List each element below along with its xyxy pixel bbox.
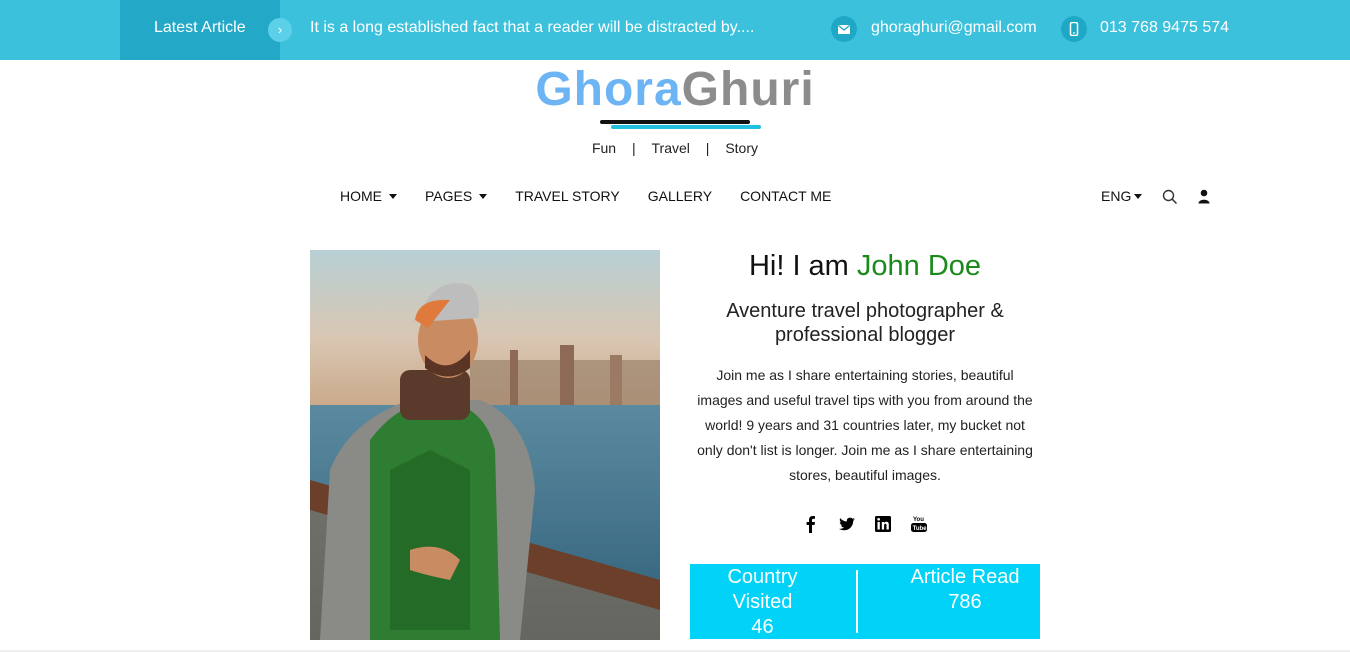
stat-country-label: Country Visited: [727, 566, 798, 613]
logo-underline-blue: [611, 125, 761, 129]
stats-divider: [856, 570, 858, 633]
nav-pages-label: PAGES: [425, 188, 473, 204]
svg-text:You: You: [913, 517, 924, 523]
profile-photo: [310, 250, 660, 640]
author-subtitle: Aventure travel photographer & professio…: [726, 300, 1004, 346]
latest-article-label: Latest Article: [154, 19, 246, 36]
nav-home-label: HOME: [340, 188, 382, 204]
nav-pages[interactable]: PAGES: [425, 188, 488, 204]
stat-articles-value: 786: [948, 591, 982, 613]
about-section: Hi! I am John Doe Aventure travel photog…: [690, 250, 1040, 534]
linkedin-icon[interactable]: [874, 514, 892, 534]
stat-country-value: 46: [751, 616, 774, 638]
nav-gallery[interactable]: GALLERY: [648, 188, 712, 204]
nav-contact[interactable]: CONTACT ME: [740, 188, 831, 204]
greeting-text: Hi! I am: [748, 250, 857, 282]
site-logo[interactable]: GhoraGhuri: [0, 62, 1350, 117]
mail-icon: [831, 16, 857, 42]
caret-down-icon: [1134, 193, 1143, 199]
email-link[interactable]: ghoraghuri@gmail.com: [871, 19, 1037, 37]
tagline-fun: Fun: [591, 140, 617, 156]
author-name: John Doe: [856, 250, 982, 282]
social-links: You Tube: [690, 514, 1040, 534]
stat-articles-label: Article Read: [910, 566, 1020, 588]
greeting-heading: Hi! I am John Doe: [690, 250, 1040, 283]
chevron-right-icon[interactable]: ›: [268, 18, 292, 42]
tagline-separator: |: [631, 140, 636, 156]
logo-part-1: Ghora: [535, 63, 682, 116]
nav-home[interactable]: HOME: [340, 188, 397, 204]
latest-article-link[interactable]: It is a long established fact that a rea…: [310, 19, 754, 37]
language-label: ENG: [1101, 188, 1132, 204]
tagline: Fun | Travel | Story: [0, 140, 1350, 156]
stats-box: Country Visited 46 Article Read 786: [690, 564, 1040, 639]
youtube-icon[interactable]: You Tube: [910, 514, 928, 534]
nav-travel-story[interactable]: TRAVEL STORY: [515, 188, 620, 204]
phone-link[interactable]: 013 768 9475 574: [1100, 19, 1229, 37]
tagline-travel: Travel: [651, 140, 690, 156]
tagline-separator: |: [705, 140, 710, 156]
author-bio: Join me as I share entertaining stories,…: [697, 367, 1033, 483]
svg-text:Tube: Tube: [913, 526, 928, 532]
twitter-icon[interactable]: [838, 514, 856, 534]
mobile-icon: [1061, 16, 1087, 42]
tagline-story: Story: [725, 140, 759, 156]
facebook-icon[interactable]: [802, 514, 820, 534]
stat-articles: Article Read 786: [890, 565, 1040, 615]
search-icon[interactable]: [1162, 189, 1178, 210]
logo-underline-dark: [600, 120, 750, 124]
stat-country: Country Visited 46: [690, 565, 835, 640]
logo-part-2: Ghuri: [681, 63, 815, 116]
main-nav: HOME PAGES TRAVEL STORY GALLERY CONTACT …: [340, 188, 859, 204]
caret-down-icon: [389, 193, 397, 199]
language-select[interactable]: ENG: [1101, 188, 1143, 204]
user-icon[interactable]: [1198, 189, 1210, 209]
caret-down-icon: [479, 193, 488, 199]
